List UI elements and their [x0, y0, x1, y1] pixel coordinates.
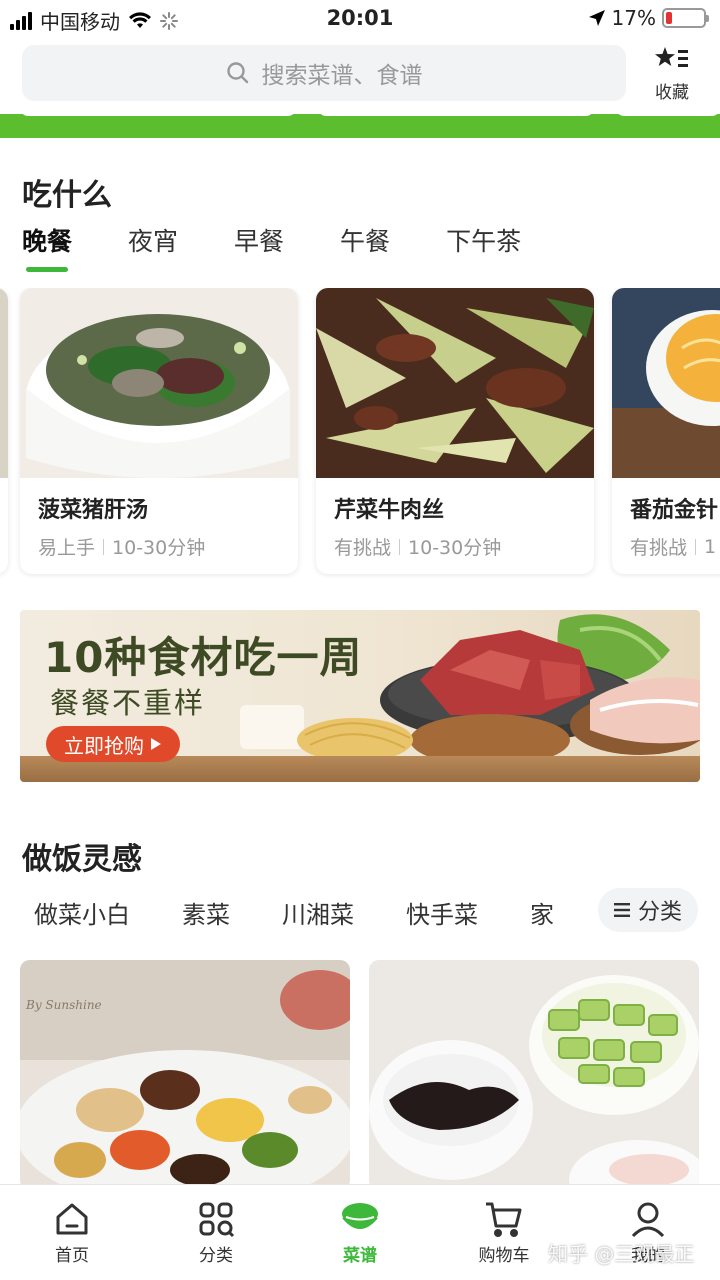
nav-category-label: 分类 — [199, 1246, 233, 1266]
recipe-name: 芹菜牛肉丝 — [334, 498, 445, 523]
search-placeholder: 搜索菜谱、食谱 — [261, 63, 423, 89]
category-grid-icon — [166, 1197, 266, 1241]
recipe-card[interactable]: 番茄金针 有挑战 1 — [612, 288, 720, 574]
nav-home[interactable]: 首页 — [22, 1197, 122, 1266]
status-bar: 中国移动 20:01 17% — [0, 0, 720, 38]
tab-vegetarian[interactable]: 素菜 — [182, 895, 230, 930]
recipe-meta: 有挑战 10-30分钟 — [334, 533, 501, 560]
inspiration-tabs: 做菜小白 素菜 川湘菜 快手菜 家 — [34, 895, 578, 930]
tab-home-style[interactable]: 家 — [530, 895, 554, 930]
tab-beginner[interactable]: 做菜小白 — [34, 895, 130, 930]
meta-divider — [695, 538, 697, 555]
meta-divider — [399, 538, 401, 555]
cart-icon — [454, 1197, 554, 1241]
tab-dinner[interactable]: 晚餐 — [22, 222, 72, 272]
promo-strip — [0, 108, 720, 138]
meta-divider — [103, 538, 105, 555]
location-arrow-icon — [588, 10, 605, 26]
category-label: 分类 — [637, 900, 682, 925]
tab-lunch[interactable]: 午餐 — [340, 222, 390, 258]
recipe-meta: 易上手 10-30分钟 — [38, 533, 205, 560]
buy-now-label: 立即抢购 — [64, 733, 144, 758]
recipe-cards-carousel[interactable]: 菠菜猪肝汤 易上手 10-30分钟 芹菜牛肉丝 有挑战 10-30分钟 番茄金针… — [0, 288, 720, 578]
recipe-difficulty: 有挑战 — [630, 537, 688, 559]
profile-icon — [598, 1197, 698, 1241]
feed-card[interactable] — [369, 960, 699, 1190]
play-arrow-icon — [151, 738, 161, 750]
status-right: 17% — [588, 6, 709, 30]
tab-sichuan-hunan[interactable]: 川湘菜 — [282, 895, 354, 930]
battery-icon — [662, 8, 709, 28]
category-button[interactable]: 分类 — [598, 888, 698, 932]
home-icon — [22, 1197, 122, 1241]
nav-category[interactable]: 分类 — [166, 1197, 266, 1266]
recipe-photo — [316, 288, 594, 478]
recipe-difficulty: 有挑战 — [334, 537, 392, 559]
favorites-label: 收藏 — [655, 83, 689, 103]
nav-recipes[interactable]: 菜谱 — [310, 1197, 410, 1266]
watermark-text: 知乎 @三观最正 — [548, 1242, 695, 1266]
strip-tab-edge — [20, 108, 296, 116]
recipe-meta: 有挑战 1 — [630, 533, 716, 560]
star-list-icon — [644, 46, 700, 78]
recipe-time: 1 — [704, 535, 717, 558]
recipe-bowl-icon — [310, 1197, 410, 1241]
banner-title: 10种食材吃一周 — [44, 633, 363, 682]
photo-watermark-text: By Sunshine — [26, 998, 102, 1012]
recipe-time: 10-30分钟 — [408, 537, 502, 559]
banner-subtitle: 餐餐不重样 — [50, 686, 206, 720]
favorites-button[interactable]: 收藏 — [644, 46, 700, 103]
tab-afternoon-tea[interactable]: 下午茶 — [446, 222, 521, 258]
feed-card[interactable]: By Sunshine — [20, 960, 350, 1190]
recipe-name: 菠菜猪肝汤 — [38, 498, 149, 523]
menu-lines-icon — [613, 903, 630, 917]
nav-recipes-label: 菜谱 — [343, 1246, 377, 1266]
recipe-card[interactable]: 菠菜猪肝汤 易上手 10-30分钟 — [20, 288, 298, 574]
recipe-name: 番茄金针 — [630, 498, 719, 523]
nav-cart-label: 购物车 — [478, 1246, 530, 1266]
nav-cart[interactable]: 购物车 — [454, 1197, 554, 1266]
tab-breakfast[interactable]: 早餐 — [234, 222, 284, 258]
inspiration-title: 做饭灵感 — [22, 842, 142, 877]
recipe-photo — [20, 288, 298, 478]
recipe-time: 10-30分钟 — [112, 537, 206, 559]
promo-banner[interactable]: 10种食材吃一周 餐餐不重样 立即抢购 — [20, 610, 700, 782]
nav-home-label: 首页 — [55, 1246, 89, 1266]
battery-percent: 17% — [611, 6, 656, 30]
feed-photo — [20, 960, 350, 1190]
feed-photo — [369, 960, 699, 1190]
recipe-difficulty: 易上手 — [38, 537, 96, 559]
recipe-card[interactable]: 芹菜牛肉丝 有挑战 10-30分钟 — [316, 288, 594, 574]
recipe-photo — [612, 288, 720, 478]
search-input[interactable]: 搜索菜谱、食谱 — [22, 45, 626, 101]
tab-late-night[interactable]: 夜宵 — [128, 222, 178, 258]
meal-tabs: 晚餐 夜宵 早餐 午餐 下午茶 — [22, 222, 521, 272]
search-icon — [226, 62, 248, 84]
strip-tab-edge — [318, 108, 594, 116]
strip-tab-edge — [616, 108, 720, 116]
buy-now-button[interactable]: 立即抢购 — [46, 726, 180, 762]
tab-quick[interactable]: 快手菜 — [406, 895, 478, 930]
what-to-eat-title: 吃什么 — [22, 178, 112, 213]
recipe-card-partial[interactable] — [0, 288, 8, 574]
